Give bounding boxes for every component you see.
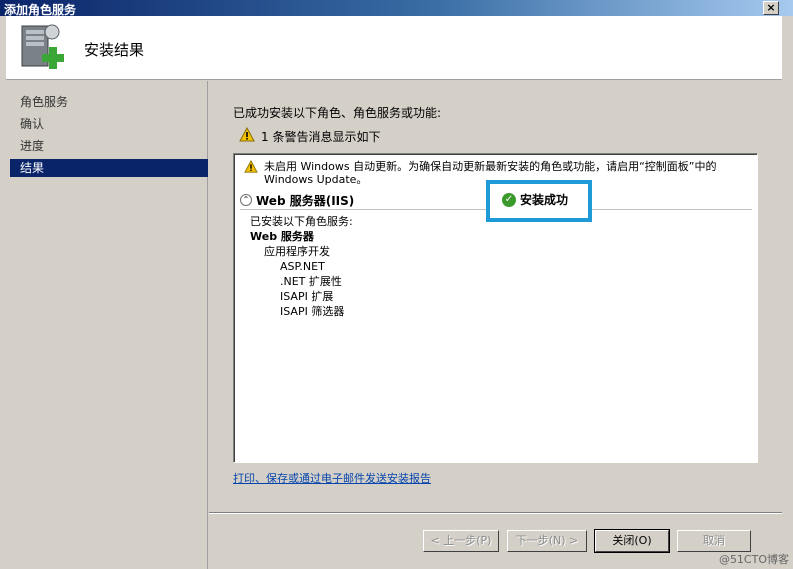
installed-services-list: 已安装以下角色服务: Web 服务器 应用程序开发 ASP.NET .NET 扩… — [250, 214, 353, 319]
nav-step-confirm[interactable]: 确认 — [10, 115, 208, 133]
nav-step-role-services[interactable]: 角色服务 — [10, 93, 208, 111]
cancel-button[interactable]: 取消 — [677, 530, 751, 552]
installed-heading: 已安装以下角色服务: — [250, 215, 353, 228]
collapse-icon[interactable]: ⌃ — [240, 194, 252, 206]
next-button[interactable]: 下一步(N) > — [507, 530, 587, 552]
warning-message: 未启用 Windows 自动更新。为确保自动更新最新安装的角色或功能，请启用“控… — [244, 159, 754, 186]
installed-service-item: ASP.NET — [280, 260, 325, 273]
warning-icon — [239, 126, 255, 142]
installed-role: Web 服务器 — [250, 230, 314, 243]
nav-step-progress[interactable]: 进度 — [10, 137, 208, 155]
installed-service-item: .NET 扩展性 — [280, 275, 342, 288]
section-title: Web 服务器(IIS) — [256, 194, 355, 208]
intro-text: 已成功安装以下角色、角色服务或功能: — [233, 106, 442, 120]
success-check-icon: ✓ — [502, 193, 516, 207]
warning-summary-text: 1 条警告消息显示如下 — [261, 130, 381, 144]
page-title: 安装结果 — [84, 41, 145, 59]
previous-button[interactable]: < 上一步(P) — [423, 530, 499, 552]
nav-step-results[interactable]: 结果 — [10, 159, 208, 177]
server-roles-icon — [21, 24, 64, 69]
install-status-highlight: ✓ 安装成功 — [486, 180, 592, 222]
warning-icon — [244, 159, 258, 173]
close-button[interactable]: 关闭(O) — [594, 529, 670, 553]
close-window-button[interactable]: × — [763, 1, 779, 15]
results-panel: 已成功安装以下角色、角色服务或功能: 1 条警告消息显示如下 未启用 Windo… — [209, 81, 782, 514]
installed-group: 应用程序开发 — [264, 245, 330, 258]
install-status-text: 安装成功 — [520, 193, 569, 207]
wizard-steps-nav: 角色服务 确认 进度 结果 — [6, 81, 208, 569]
warning-summary: 1 条警告消息显示如下 — [239, 126, 380, 145]
results-list[interactable]: 未启用 Windows 自动更新。为确保自动更新最新安装的角色或功能，请启用“控… — [233, 153, 758, 463]
installed-service-item: ISAPI 扩展 — [280, 290, 334, 303]
watermark: @51CTO博客 — [718, 553, 789, 566]
wizard-header: 安装结果 — [6, 16, 782, 80]
installed-service-item: ISAPI 筛选器 — [280, 305, 345, 318]
install-report-link[interactable]: 打印、保存或通过电子邮件发送安装报告 — [233, 470, 431, 486]
title-bar: 添加角色服务 × — [0, 0, 793, 17]
button-separator — [209, 512, 782, 514]
section-web-server: ⌃ Web 服务器(IIS) ✓ 安装成功 — [240, 180, 752, 222]
